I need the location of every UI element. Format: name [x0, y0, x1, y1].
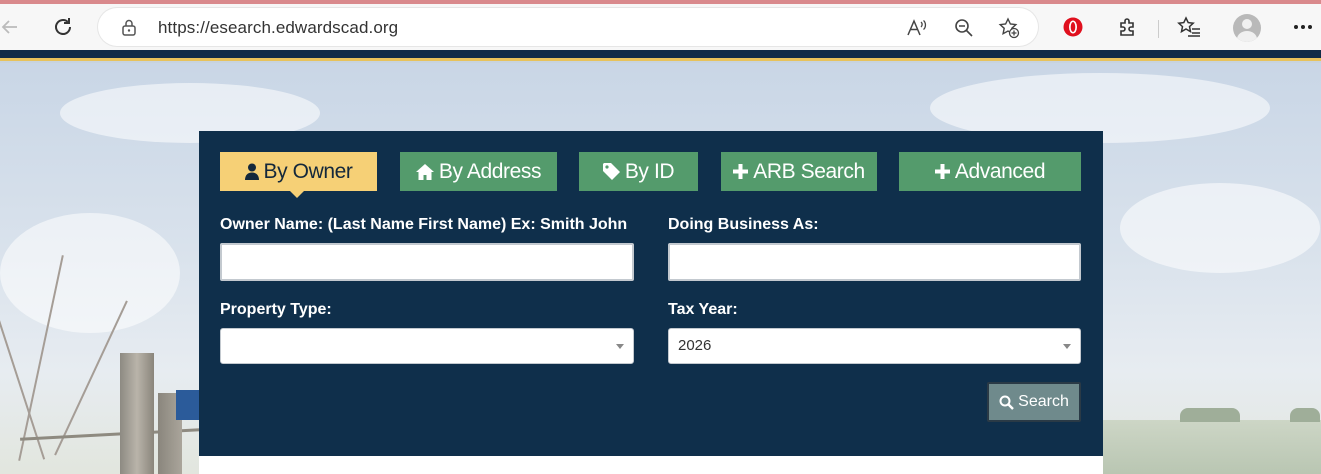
tab-label: By ID	[624, 159, 675, 183]
property-type-label: Property Type:	[220, 301, 332, 318]
url-text[interactable]: https://esearch.edwardscad.org	[158, 18, 398, 38]
search-icon	[999, 395, 1014, 410]
tax-year-select[interactable]: 2026	[668, 328, 1081, 364]
dba-label: Doing Business As:	[668, 216, 819, 233]
extensions-button[interactable]	[1116, 15, 1140, 39]
tab-label: By Owner	[263, 159, 353, 183]
arrow-left-icon	[1, 20, 17, 34]
tree-line	[1180, 408, 1240, 422]
owner-name-label: Owner Name: (Last Name First Name) Ex: S…	[220, 216, 628, 233]
cloud	[0, 213, 180, 333]
opera-extension-button[interactable]	[1061, 15, 1085, 39]
owner-name-input[interactable]	[220, 243, 634, 281]
tab-label: By Address	[438, 159, 542, 183]
read-aloud-icon	[907, 19, 927, 36]
zoom-out-icon	[955, 19, 973, 37]
read-aloud-button[interactable]	[906, 17, 928, 39]
more-dots-icon	[1294, 25, 1312, 29]
favorites-button[interactable]	[1177, 15, 1201, 39]
selected-value: 2026	[678, 337, 712, 354]
tab-label: ARB Search	[753, 159, 865, 183]
add-favorite-button[interactable]	[998, 17, 1020, 39]
profile-avatar[interactable]	[1233, 14, 1261, 42]
puzzle-icon	[1120, 18, 1134, 36]
search-button-label: Search	[1018, 393, 1069, 410]
reload-button[interactable]	[47, 11, 79, 43]
tree-line	[1290, 408, 1320, 422]
favorites-list-icon	[1177, 16, 1200, 37]
zoom-button[interactable]	[953, 17, 975, 39]
caret-down-icon	[1063, 344, 1071, 349]
home-icon	[415, 163, 434, 180]
tab-advanced[interactable]: Advanced	[899, 152, 1081, 191]
lock-icon	[122, 19, 136, 36]
tab-label: Advanced	[954, 159, 1046, 183]
star-add-icon	[998, 17, 1020, 39]
search-button[interactable]: Search	[987, 382, 1081, 422]
cloud	[1120, 183, 1320, 273]
blue-sign	[176, 390, 199, 420]
results-area	[199, 456, 1103, 474]
toolbar-separator	[1158, 20, 1159, 38]
caret-down-icon	[616, 344, 624, 349]
site-header-stripe	[0, 50, 1321, 63]
back-button[interactable]	[0, 11, 26, 43]
tab-arb-search[interactable]: ARB Search	[721, 152, 877, 191]
browser-toolbar: https://esearch.edwardscad.org	[0, 4, 1321, 50]
user-icon	[244, 163, 259, 180]
tab-by-owner[interactable]: By Owner	[220, 152, 377, 198]
plus-icon	[934, 164, 950, 179]
settings-menu-button[interactable]	[1291, 15, 1315, 39]
fence-post	[120, 353, 154, 474]
tab-by-address[interactable]: By Address	[400, 152, 557, 191]
property-type-select[interactable]	[220, 328, 634, 364]
tax-year-label: Tax Year:	[668, 301, 738, 318]
tab-by-id[interactable]: By ID	[579, 152, 698, 191]
opera-icon	[1063, 17, 1083, 37]
dba-input[interactable]	[668, 243, 1081, 281]
tag-icon	[602, 163, 620, 180]
plus-icon	[733, 164, 749, 179]
reload-icon	[55, 18, 71, 35]
address-bar[interactable]: https://esearch.edwardscad.org	[98, 8, 1038, 46]
field	[1100, 420, 1321, 474]
